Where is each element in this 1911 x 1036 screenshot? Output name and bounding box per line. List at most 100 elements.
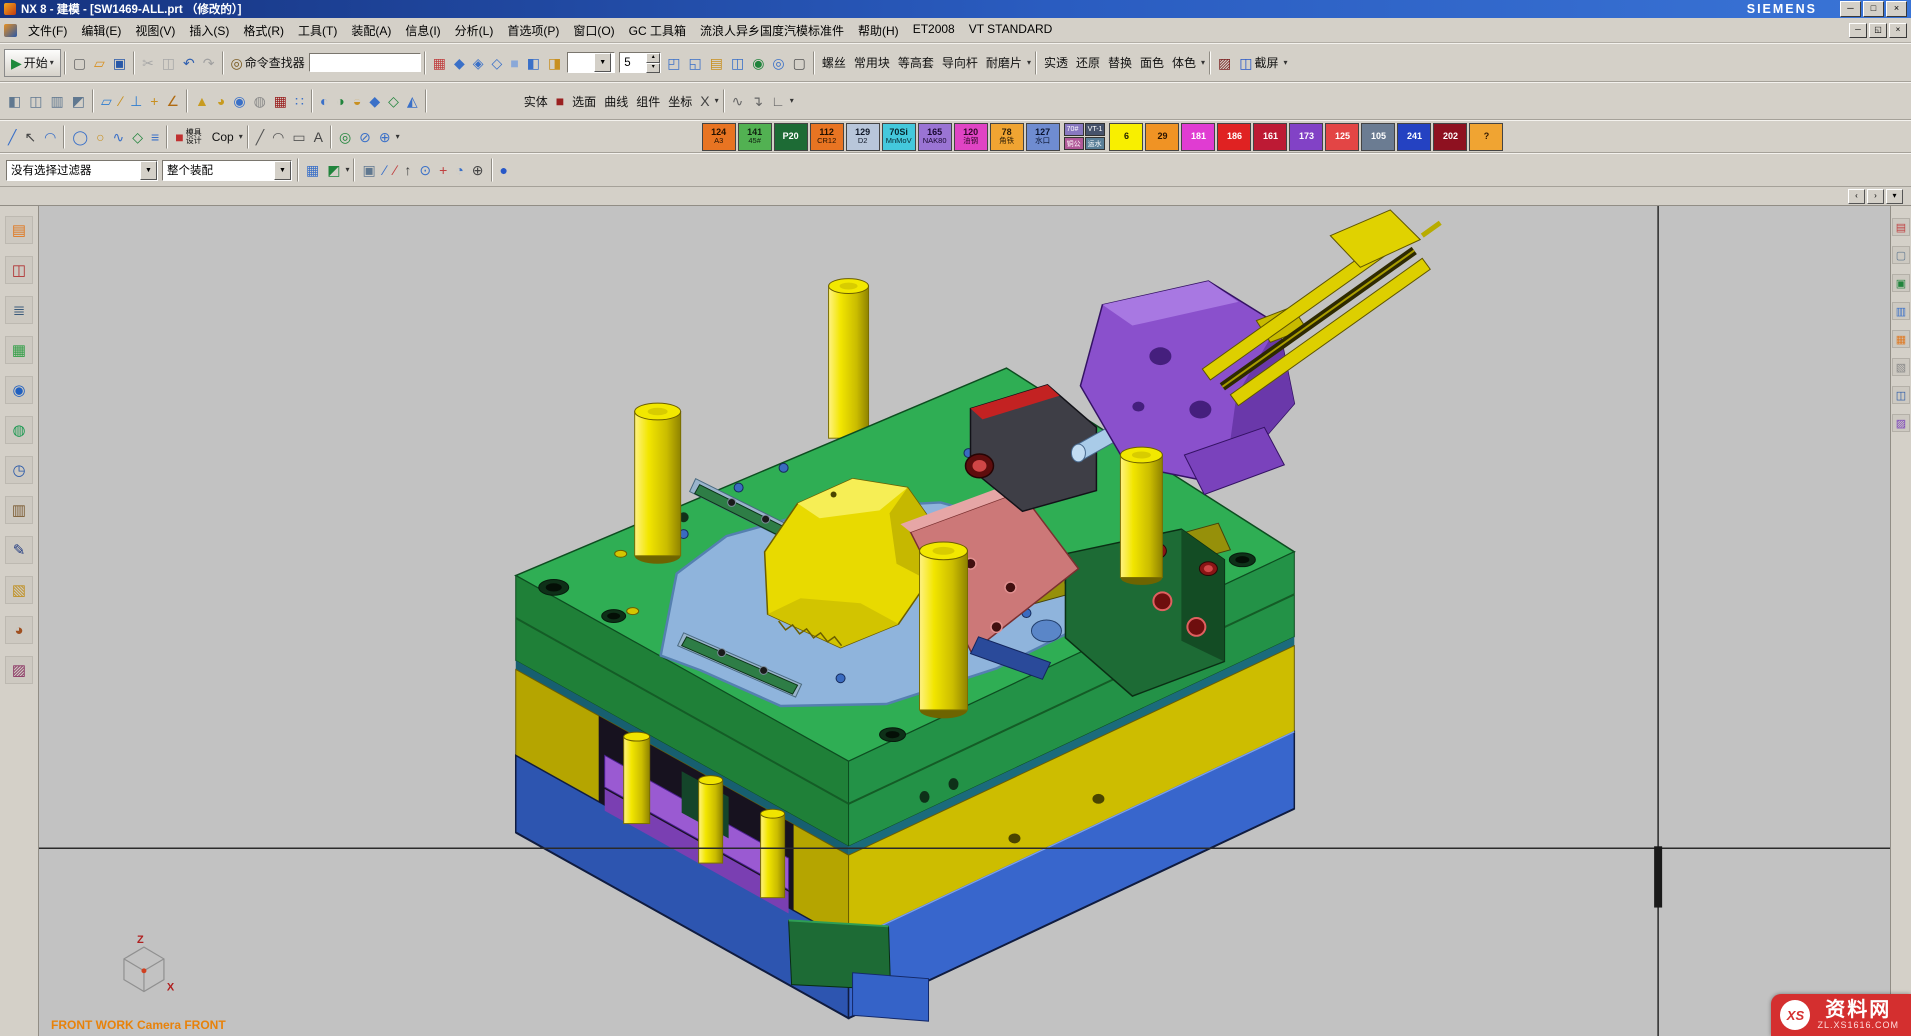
solid-button[interactable]: 实体 bbox=[520, 87, 552, 115]
color-chip-29[interactable]: 29 bbox=[1145, 123, 1179, 151]
guide-pillar-left[interactable] bbox=[635, 403, 681, 564]
screenshot-dropdown[interactable]: ▾ bbox=[1283, 50, 1289, 76]
sidebar-history[interactable]: ◷ bbox=[5, 456, 33, 484]
multi-view-layout-icon[interactable]: ◫ bbox=[25, 87, 46, 115]
color-chip-202[interactable]: 202 bbox=[1433, 123, 1467, 151]
guide-pillar-front[interactable] bbox=[920, 542, 968, 718]
separator[interactable] bbox=[133, 51, 135, 75]
child-restore-button[interactable]: ◱ bbox=[1869, 23, 1887, 38]
color-chip-173[interactable]: 173 bbox=[1289, 123, 1323, 151]
revolve-icon[interactable]: ◕ bbox=[213, 87, 229, 115]
rightbar-render-icon[interactable]: ▨ bbox=[1892, 414, 1910, 432]
grid-display-icon[interactable]: ▦ bbox=[429, 49, 450, 77]
boss-icon[interactable]: ◍ bbox=[250, 87, 270, 115]
separator[interactable] bbox=[92, 89, 94, 113]
spacer-ring-button[interactable]: 等高套 bbox=[894, 49, 938, 77]
solid-color-icon[interactable]: ■ bbox=[552, 87, 568, 115]
sidebar-process-studio[interactable]: ✎ bbox=[5, 536, 33, 564]
separator[interactable] bbox=[186, 89, 188, 113]
color-chip-125[interactable]: 125 bbox=[1325, 123, 1359, 151]
separator[interactable] bbox=[1209, 51, 1211, 75]
sidebar-reuse-library[interactable]: ▦ bbox=[5, 336, 33, 364]
plug[interactable] bbox=[615, 550, 627, 557]
axis-x-icon[interactable]: X bbox=[696, 87, 713, 115]
mini-chip-70[interactable]: 70# bbox=[1064, 123, 1084, 136]
separator[interactable] bbox=[166, 125, 168, 149]
face-color-button[interactable]: 面色 bbox=[1136, 49, 1168, 77]
point-icon[interactable]: + bbox=[146, 87, 162, 115]
separator[interactable] bbox=[297, 158, 299, 182]
menu-information[interactable]: 信息(I) bbox=[398, 19, 447, 42]
rightbar-view-tool-icon[interactable]: ▤ bbox=[1892, 218, 1910, 236]
copy-face-button[interactable]: Cop bbox=[208, 123, 238, 151]
chevron-down-icon[interactable]: ▼ bbox=[274, 161, 291, 180]
select-arrow-icon[interactable]: ↖ bbox=[20, 123, 40, 151]
new-file-icon[interactable]: ▢ bbox=[69, 49, 90, 77]
app-logo-icon[interactable] bbox=[4, 3, 16, 15]
color-chip-186[interactable]: 186 bbox=[1217, 123, 1251, 151]
window-icon[interactable]: ▢ bbox=[789, 49, 810, 77]
rightbar-chart-icon[interactable]: ▥ bbox=[1892, 302, 1910, 320]
menu-assemblies[interactable]: 装配(A) bbox=[344, 19, 398, 42]
mini-chip-vt1[interactable]: VT-1 bbox=[1085, 123, 1106, 136]
toolbar-scroll-left-button[interactable]: ‹ bbox=[1848, 189, 1865, 204]
more-curves-dropdown[interactable]: ▾ bbox=[395, 124, 401, 150]
perspective-view-icon[interactable]: ◎ bbox=[768, 49, 788, 77]
open-icon[interactable]: ▱ bbox=[90, 49, 109, 77]
pocket-icon[interactable]: ▦ bbox=[270, 87, 291, 115]
polygon-icon[interactable]: ◇ bbox=[128, 123, 147, 151]
material-p20[interactable]: P20 bbox=[774, 123, 808, 151]
snap-midpoint-icon[interactable]: ∕ bbox=[390, 156, 400, 184]
text-tool-icon[interactable]: A bbox=[310, 123, 327, 151]
edge-blend-icon[interactable]: ◒ bbox=[349, 87, 365, 115]
undo-icon[interactable]: ↶ bbox=[179, 49, 199, 77]
separator[interactable] bbox=[222, 51, 224, 75]
snap-center-icon[interactable]: ⊙ bbox=[415, 156, 435, 184]
menu-window[interactable]: 窗口(O) bbox=[566, 19, 621, 42]
section-view-icon[interactable]: ◨ bbox=[544, 49, 565, 77]
minimize-button[interactable]: ─ bbox=[1840, 1, 1861, 17]
translucent-button[interactable]: 实透 bbox=[1040, 49, 1072, 77]
wireframe-view-icon[interactable]: ◇ bbox=[488, 49, 507, 77]
material-70si-mnmov[interactable]: 70Si MnMoV bbox=[882, 123, 916, 151]
separator[interactable] bbox=[353, 158, 355, 182]
more-standards-dropdown[interactable]: ▾ bbox=[1026, 50, 1032, 76]
rightbar-document-icon[interactable]: ▢ bbox=[1892, 246, 1910, 264]
screenshot-button[interactable]: ◫ 截屏 bbox=[1235, 49, 1282, 77]
view-combo[interactable]: ▼ bbox=[567, 52, 615, 73]
sidebar-hd3d-tools[interactable]: ◉ bbox=[5, 376, 33, 404]
child-window-icon[interactable] bbox=[4, 24, 17, 37]
child-minimize-button[interactable]: ─ bbox=[1849, 23, 1867, 38]
sidebar-constraint-navigator[interactable]: ◫ bbox=[5, 256, 33, 284]
unite-icon[interactable]: ◐ bbox=[316, 87, 332, 115]
offset-curve-icon[interactable]: ≡ bbox=[147, 123, 163, 151]
toolbar-options-button[interactable]: ▾ bbox=[1886, 189, 1903, 204]
component-button[interactable]: 组件 bbox=[632, 87, 664, 115]
more-tools-dropdown[interactable]: ▾ bbox=[714, 88, 720, 114]
toolbar-scroll-right-button[interactable]: › bbox=[1867, 189, 1884, 204]
color-chip-161[interactable]: 161 bbox=[1253, 123, 1287, 151]
command-finder-button[interactable]: ◎ 命令查找器 bbox=[227, 49, 309, 77]
start-menu-button[interactable]: ▶ 开始 ▾ bbox=[4, 49, 61, 77]
support-pillar[interactable] bbox=[761, 814, 785, 898]
shell-icon[interactable]: ◇ bbox=[384, 87, 403, 115]
screw-head[interactable] bbox=[728, 498, 736, 506]
copy-icon[interactable]: ◫ bbox=[158, 49, 179, 77]
separator[interactable] bbox=[491, 158, 493, 182]
rectangle-icon[interactable]: ▭ bbox=[288, 123, 309, 151]
scale-spinner[interactable]: 5 ▴ ▾ bbox=[619, 52, 661, 73]
sketch-arc-icon[interactable]: ◠ bbox=[268, 123, 288, 151]
rotate-view-icon[interactable]: ◉ bbox=[748, 49, 768, 77]
color-chip-181[interactable]: 181 bbox=[1181, 123, 1215, 151]
datum-axis-icon[interactable]: ∕ bbox=[116, 87, 126, 115]
replace-button[interactable]: 替换 bbox=[1104, 49, 1136, 77]
command-finder-input[interactable] bbox=[309, 53, 421, 72]
wear-plate-button[interactable]: 耐磨片 bbox=[982, 49, 1026, 77]
plug[interactable] bbox=[627, 608, 639, 615]
close-button[interactable]: × bbox=[1886, 1, 1907, 17]
menu-tools[interactable]: 工具(T) bbox=[291, 19, 344, 42]
ellipse-icon[interactable]: ○ bbox=[92, 123, 108, 151]
menu-view[interactable]: 视图(V) bbox=[128, 19, 182, 42]
material-141-45[interactable]: 141 45# bbox=[738, 123, 772, 151]
circle-icon[interactable]: ◯ bbox=[68, 123, 92, 151]
